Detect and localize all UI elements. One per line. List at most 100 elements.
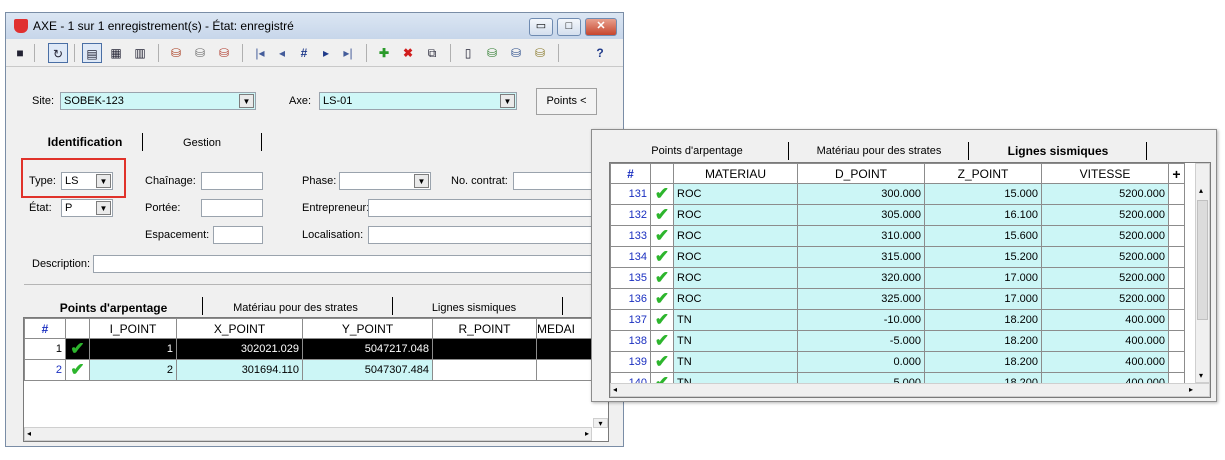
col-header-num[interactable]: # xyxy=(610,163,651,184)
refresh-icon[interactable]: ↻ xyxy=(48,43,68,63)
axe-select[interactable]: LS-01 ▼ xyxy=(319,92,517,110)
localisation-select[interactable] xyxy=(368,226,598,244)
z-point-cell[interactable]: 17.000 xyxy=(924,267,1042,289)
vitesse-cell[interactable]: 5200.000 xyxy=(1041,183,1169,205)
table-row[interactable]: 133 ✔ ROC 310.000 15.600 5200.000 xyxy=(610,225,1185,247)
cabinet-icon[interactable]: ▯ xyxy=(458,43,478,63)
d-point-cell[interactable]: 325.000 xyxy=(797,288,925,310)
table-row[interactable]: 131 ✔ ROC 300.000 15.000 5200.000 xyxy=(610,183,1185,205)
col-header-z-point[interactable]: Z_POINT xyxy=(924,163,1042,184)
z-point-cell[interactable]: 15.600 xyxy=(924,225,1042,247)
description-input[interactable] xyxy=(93,255,598,273)
d-point-cell[interactable]: 0.000 xyxy=(797,351,925,373)
table-row[interactable]: 134 ✔ ROC 315.000 15.200 5200.000 xyxy=(610,246,1185,268)
materiau-cell[interactable]: ROC xyxy=(673,183,798,205)
empty-cell[interactable] xyxy=(1168,183,1185,205)
row-number[interactable]: 2 xyxy=(24,359,66,381)
vertical-scrollbar[interactable]: ▴ ▾ xyxy=(1195,163,1210,383)
scroll-up-icon[interactable]: ▴ xyxy=(1199,186,1203,195)
maximize-button[interactable]: □ xyxy=(557,18,581,36)
contrat-input[interactable] xyxy=(513,172,598,190)
row-number[interactable]: 138 xyxy=(610,330,651,352)
first-icon[interactable]: |◂ xyxy=(250,43,270,63)
y-point-cell[interactable]: 5047217.048 xyxy=(302,338,433,360)
d-point-cell[interactable]: 320.000 xyxy=(797,267,925,289)
vitesse-cell[interactable]: 400.000 xyxy=(1041,351,1169,373)
row-number[interactable]: 131 xyxy=(610,183,651,205)
table-row[interactable]: 137 ✔ TN -10.000 18.200 400.000 xyxy=(610,309,1185,331)
table-row[interactable]: 1 ✔ 1 302021.029 5047217.048 xyxy=(24,338,608,360)
row-number[interactable]: 134 xyxy=(610,246,651,268)
db-icon[interactable]: ⛁ xyxy=(166,43,186,63)
scroll-right-icon[interactable]: ▸ xyxy=(585,429,589,438)
r-point-cell[interactable] xyxy=(432,359,537,381)
next-icon[interactable]: ▸ xyxy=(316,43,336,63)
empty-cell[interactable] xyxy=(1168,351,1185,373)
vitesse-cell[interactable]: 5200.000 xyxy=(1041,246,1169,268)
materiau-cell[interactable]: ROC xyxy=(673,225,798,247)
col-header-r-point[interactable]: R_POINT xyxy=(432,318,537,339)
empty-cell[interactable] xyxy=(1168,330,1185,352)
chainage-input[interactable] xyxy=(201,172,263,190)
popup-tab-points-arpentage[interactable]: Points d'arpentage xyxy=(632,145,762,157)
chevron-down-icon[interactable]: ▼ xyxy=(96,201,111,215)
d-point-cell[interactable]: 310.000 xyxy=(797,225,925,247)
points-grid[interactable]: # I_POINT X_POINT Y_POINT R_POINT MEDAI … xyxy=(23,317,609,442)
materiau-cell[interactable]: ROC xyxy=(673,288,798,310)
db-options-icon[interactable]: ⛁ xyxy=(530,43,550,63)
col-header-status[interactable] xyxy=(65,318,90,339)
tab-lignes-sismiques[interactable]: Lignes sismiques xyxy=(410,302,538,314)
z-point-cell[interactable]: 17.000 xyxy=(924,288,1042,310)
title-bar[interactable]: AXE - 1 sur 1 enregistrement(s) - État: … xyxy=(6,13,623,39)
vitesse-cell[interactable]: 5200.000 xyxy=(1041,204,1169,226)
table-row[interactable]: 139 ✔ TN 0.000 18.200 400.000 xyxy=(610,351,1185,373)
materiau-cell[interactable]: TN xyxy=(673,309,798,331)
z-point-cell[interactable]: 18.200 xyxy=(924,309,1042,331)
vitesse-cell[interactable]: 5200.000 xyxy=(1041,225,1169,247)
portee-input[interactable] xyxy=(201,199,263,217)
z-point-cell[interactable]: 18.200 xyxy=(924,351,1042,373)
delete-icon[interactable]: ✖ xyxy=(398,43,418,63)
tab-materiau-strates[interactable]: Matériau pour des strates xyxy=(218,302,373,314)
z-point-cell[interactable]: 15.200 xyxy=(924,246,1042,268)
close-button[interactable]: ✕ xyxy=(585,18,617,36)
row-number[interactable]: 135 xyxy=(610,267,651,289)
r-point-cell[interactable] xyxy=(432,338,537,360)
d-point-cell[interactable]: -5.000 xyxy=(797,330,925,352)
db-query-icon[interactable]: ⛁ xyxy=(482,43,502,63)
table-row[interactable]: 2 ✔ 2 301694.110 5047307.484 xyxy=(24,359,608,381)
link-icon[interactable]: ⧉ xyxy=(422,43,442,63)
goto-icon[interactable]: # xyxy=(294,43,314,63)
etat-select[interactable]: P ▼ xyxy=(61,199,113,217)
scroll-thumb[interactable] xyxy=(1197,200,1208,320)
row-number[interactable]: 1 xyxy=(24,338,66,360)
tab-identification[interactable]: Identification xyxy=(34,135,136,149)
empty-cell[interactable] xyxy=(1168,267,1185,289)
z-point-cell[interactable]: 15.000 xyxy=(924,183,1042,205)
add-icon[interactable]: ✚ xyxy=(374,43,394,63)
col-header-status[interactable] xyxy=(650,163,674,184)
col-header-d-point[interactable]: D_POINT xyxy=(797,163,925,184)
col-header-x-point[interactable]: X_POINT xyxy=(176,318,303,339)
materiau-cell[interactable]: ROC xyxy=(673,204,798,226)
scroll-down-icon[interactable]: ▾ xyxy=(593,418,608,428)
empty-cell[interactable] xyxy=(1168,288,1185,310)
col-header-materiau[interactable]: MATERIAU xyxy=(673,163,798,184)
save-icon[interactable]: ■ xyxy=(10,43,30,63)
y-point-cell[interactable]: 5047307.484 xyxy=(302,359,433,381)
empty-cell[interactable] xyxy=(1168,309,1185,331)
form-view-icon[interactable]: ▤ xyxy=(82,43,102,63)
scroll-right-icon[interactable]: ▸ xyxy=(1189,385,1193,394)
col-header-y-point[interactable]: Y_POINT xyxy=(302,318,433,339)
i-point-cell[interactable]: 1 xyxy=(89,338,177,360)
db-copy-icon[interactable]: ⛁ xyxy=(190,43,210,63)
table-row[interactable]: 132 ✔ ROC 305.000 16.100 5200.000 xyxy=(610,204,1185,226)
vitesse-cell[interactable]: 400.000 xyxy=(1041,309,1169,331)
row-number[interactable]: 139 xyxy=(610,351,651,373)
col-header-vitesse[interactable]: VITESSE xyxy=(1041,163,1169,184)
materiau-cell[interactable]: ROC xyxy=(673,267,798,289)
popup-tab-materiau-strates[interactable]: Matériau pour des strates xyxy=(804,145,954,157)
tab-points-arpentage[interactable]: Points d'arpentage xyxy=(46,301,181,315)
table-row[interactable]: 138 ✔ TN -5.000 18.200 400.000 xyxy=(610,330,1185,352)
table-row[interactable]: 135 ✔ ROC 320.000 17.000 5200.000 xyxy=(610,267,1185,289)
